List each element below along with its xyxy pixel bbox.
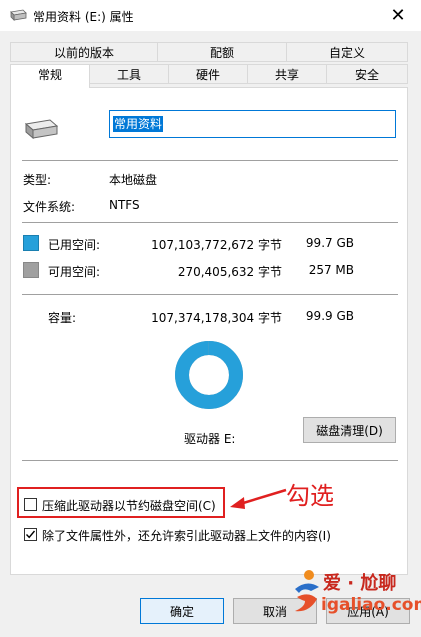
checkmark-icon (25, 530, 36, 539)
compress-label[interactable]: 压缩此驱动器以节约磁盘空间(C) (42, 497, 216, 514)
used-space-bytes: 107,103,772,672 字节 (151, 238, 282, 252)
watermark-logo-icon (295, 570, 319, 612)
watermark-url: igaliao.com (321, 595, 421, 615)
title-bar: 常用资料 (E:) 属性 ✕ (0, 0, 421, 31)
tab-hardware[interactable]: 硬件 (168, 64, 248, 84)
drive-large-icon (24, 119, 59, 140)
free-space-label: 可用空间: (48, 265, 101, 279)
capacity-label: 容量: (48, 311, 77, 325)
compress-checkbox[interactable] (24, 498, 37, 511)
used-space-swatch (23, 235, 39, 251)
tab-quota[interactable]: 配额 (157, 42, 287, 62)
type-value: 本地磁盘 (109, 173, 158, 187)
tab-general[interactable]: 常规 (10, 64, 90, 88)
close-icon: ✕ (390, 5, 406, 26)
tab-customize[interactable]: 自定义 (286, 42, 408, 62)
filesystem-value: NTFS (109, 198, 140, 212)
window-title: 常用资料 (E:) 属性 (33, 10, 134, 24)
drive-icon (10, 9, 27, 21)
drive-letter-label: 驱动器 E: (184, 432, 236, 446)
annotation-text: 勾选 (286, 482, 334, 510)
filesystem-label: 文件系统: (23, 200, 76, 214)
usage-donut-chart (175, 341, 243, 409)
used-space-label: 已用空间: (48, 238, 101, 252)
index-checkbox[interactable] (24, 528, 37, 541)
index-label[interactable]: 除了文件属性外，还允许索引此驱动器上文件的内容(I) (42, 527, 331, 544)
watermark-brand: 爱 · 尬聊 (323, 573, 397, 594)
capacity-size: 99.9 GB (305, 309, 354, 323)
separator (22, 294, 398, 295)
used-space-size: 99.7 GB (305, 236, 354, 250)
ok-button[interactable]: 确定 (140, 598, 224, 624)
tab-previous-versions[interactable]: 以前的版本 (10, 42, 158, 62)
close-button[interactable]: ✕ (375, 0, 421, 31)
drive-name-text: 常用资料 (113, 116, 164, 132)
tab-sharing[interactable]: 共享 (247, 64, 327, 84)
free-space-bytes: 270,405,632 字节 (177, 265, 282, 279)
separator (22, 460, 398, 461)
annotation-arrow-icon (230, 488, 287, 509)
tab-security[interactable]: 安全 (326, 64, 408, 84)
disk-cleanup-button[interactable]: 磁盘清理(D) (303, 417, 396, 443)
drive-name-input[interactable]: 常用资料 (109, 110, 396, 138)
watermark: 爱 · 尬聊 igaliao.com (291, 565, 421, 637)
tab-tools[interactable]: 工具 (89, 64, 169, 84)
capacity-bytes: 107,374,178,304 字节 (151, 311, 282, 325)
free-space-size: 257 MB (308, 263, 354, 277)
separator (22, 222, 398, 223)
free-space-swatch (23, 262, 39, 278)
donut-used-segment (175, 341, 243, 409)
type-label: 类型: (23, 173, 52, 187)
separator (22, 160, 398, 161)
